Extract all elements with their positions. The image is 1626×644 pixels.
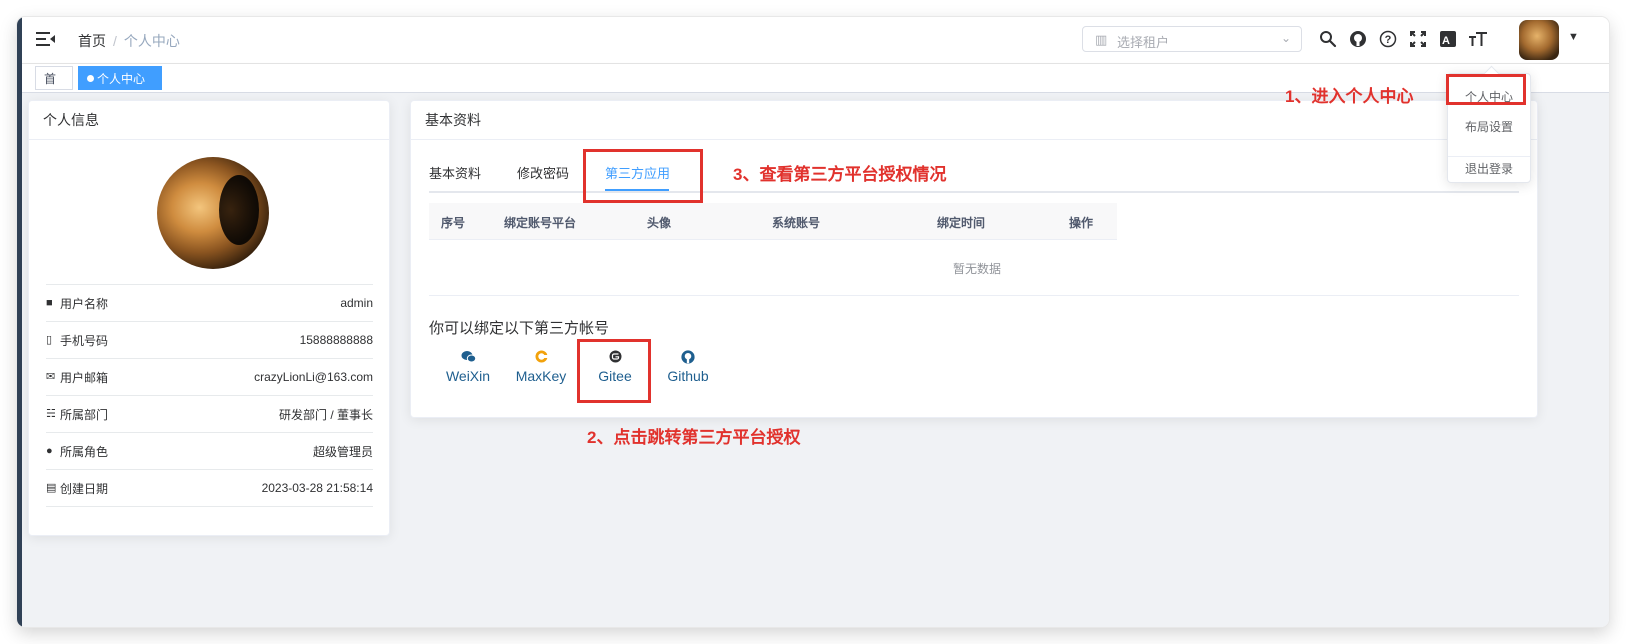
tab-active-indicator — [605, 189, 669, 191]
info-label: 用户邮箱 — [60, 370, 109, 385]
profile-tabs: 基本资料 修改密码 第三方应用 — [429, 153, 1519, 193]
user-avatar-small[interactable] — [1519, 20, 1559, 60]
breadcrumb-separator: / — [113, 33, 117, 49]
info-row-created: ▤ 创建日期 2023-03-28 21:58:14 — [46, 469, 373, 507]
email-icon: ✉ — [46, 371, 56, 383]
info-label: 用户名称 — [60, 296, 109, 311]
annotation-step1: 1、进入个人中心 — [1285, 87, 1414, 106]
browser-window: 首页 / 个人中心 ▥ 选择租户 ⌄ ? A ▼ 首页 个人中心 — [17, 17, 1609, 627]
tag-home[interactable]: 首页 — [35, 66, 73, 110]
info-row-dept: ☵ 所属部门 研发部门 / 董事长 — [46, 395, 373, 432]
tab-third-party[interactable]: 第三方应用 — [605, 163, 670, 182]
wechat-icon — [443, 350, 493, 366]
breadcrumb-home[interactable]: 首页 — [78, 33, 106, 49]
caret-down-icon[interactable]: ▼ — [1568, 31, 1579, 43]
info-label: 手机号码 — [60, 333, 109, 348]
info-value: crazyLionLi@163.com — [254, 370, 373, 384]
profile-card: 个人信息 ■ 用户名称 admin ▯ 手机号码 15888888888 ✉ 用户邮箱… — [28, 100, 390, 536]
chevron-down-icon: ⌄ — [1280, 31, 1291, 45]
basic-info-card: 基本资料 基本资料 修改密码 第三方应用 序号 绑定账号平台 头像 系统账号 绑… — [410, 100, 1538, 418]
info-value: 2023-03-28 21:58:14 — [261, 481, 373, 495]
tenant-select[interactable]: ▥ 选择租户 ⌄ — [1082, 26, 1302, 52]
provider-maxkey[interactable]: MaxKey — [513, 350, 569, 384]
info-row-role: ● 所属角色 超级管理员 — [46, 432, 373, 469]
tag-profile-label: 个人中心 — [97, 72, 146, 86]
svg-text:A: A — [1442, 35, 1450, 47]
maxkey-icon — [513, 350, 569, 366]
user-avatar[interactable] — [157, 157, 269, 269]
navbar: 首页 / 个人中心 ▥ 选择租户 ⌄ ? A ▼ — [22, 17, 1609, 64]
provider-gitee[interactable]: Gitee — [595, 350, 635, 384]
info-label: 创建日期 — [60, 481, 109, 496]
breadcrumb-current: 个人中心 — [123, 33, 180, 49]
svg-text:?: ? — [1385, 34, 1392, 46]
phone-icon: ▯ — [46, 334, 53, 346]
date-icon: ▤ — [46, 482, 57, 494]
github-icon — [663, 350, 713, 366]
provider-label: MaxKey — [515, 368, 567, 384]
tag-profile[interactable]: 个人中心 × — [78, 66, 162, 110]
info-value: 研发部门 / 董事长 — [278, 407, 373, 422]
info-label: 所属角色 — [60, 444, 109, 459]
provider-github[interactable]: Github — [663, 350, 713, 384]
menu-item-logout[interactable]: 退出登录 — [1448, 160, 1530, 177]
provider-label: WeiXin — [445, 368, 491, 384]
help-icon[interactable]: ? — [1377, 27, 1399, 51]
auth-table: 序号 绑定账号平台 头像 系统账号 绑定时间 操作 — [429, 203, 1117, 240]
provider-weixin[interactable]: WeiXin — [443, 350, 493, 384]
menu-divider — [1448, 156, 1530, 157]
hamburger-icon[interactable] — [36, 29, 56, 49]
search-icon[interactable] — [1317, 27, 1339, 51]
provider-label: Gitee — [598, 368, 632, 384]
tab-change-password[interactable]: 修改密码 — [517, 163, 569, 182]
fullscreen-icon[interactable] — [1407, 27, 1429, 51]
table-header-cell: 头像 — [647, 216, 672, 230]
auth-table-header: 序号 绑定账号平台 头像 系统账号 绑定时间 操作 — [429, 203, 1117, 240]
gitee-icon — [595, 350, 635, 366]
table-header-cell: 绑定账号平台 — [504, 216, 577, 230]
provider-label: Github — [667, 368, 709, 384]
user-dropdown-menu: 个人中心 布局设置 退出登录 — [1447, 65, 1531, 183]
info-row-username: ■ 用户名称 admin — [46, 284, 373, 321]
github-icon[interactable] — [1347, 27, 1369, 51]
annotation-step3: 3、查看第三方平台授权情况 — [733, 165, 947, 184]
peoples-icon: ● — [46, 445, 53, 457]
user-icon: ■ — [46, 297, 53, 309]
profile-info-list: ■ 用户名称 admin ▯ 手机号码 15888888888 ✉ 用户邮箱 craz… — [46, 284, 373, 507]
info-row-email: ✉ 用户邮箱 crazyLionLi@163.com — [46, 358, 373, 395]
table-header-cell: 系统账号 — [772, 216, 821, 230]
building-icon: ▥ — [1095, 32, 1108, 47]
info-label: 所属部门 — [60, 407, 109, 422]
table-header-cell: 序号 — [441, 216, 466, 230]
table-header-cell: 操作 — [1069, 216, 1094, 230]
translate-icon[interactable]: A — [1437, 27, 1459, 51]
empty-text: 暂无数据 — [953, 262, 1002, 276]
info-value: admin — [340, 296, 373, 310]
menu-item-layout-settings[interactable]: 布局设置 — [1448, 118, 1530, 135]
font-size-icon[interactable] — [1467, 27, 1489, 51]
info-row-phone: ▯ 手机号码 15888888888 — [46, 321, 373, 358]
tenant-placeholder: 选择租户 — [1117, 35, 1170, 50]
annotation-step2: 2、点击跳转第三方平台授权 — [587, 428, 801, 447]
table-header-cell: 绑定时间 — [937, 216, 986, 230]
tab-basic-info[interactable]: 基本资料 — [429, 163, 481, 182]
table-empty: 暂无数据 — [429, 240, 1519, 296]
profile-card-title: 个人信息 — [29, 101, 389, 140]
menu-item-profile[interactable]: 个人中心 — [1448, 88, 1530, 105]
info-value: 超级管理员 — [312, 444, 373, 459]
breadcrumb: 首页 / 个人中心 — [78, 31, 180, 51]
bind-accounts-title: 你可以绑定以下第三方帐号 — [429, 320, 610, 337]
active-dot-icon — [87, 75, 94, 83]
info-value: 15888888888 — [299, 333, 373, 347]
tree-icon: ☵ — [46, 408, 56, 420]
